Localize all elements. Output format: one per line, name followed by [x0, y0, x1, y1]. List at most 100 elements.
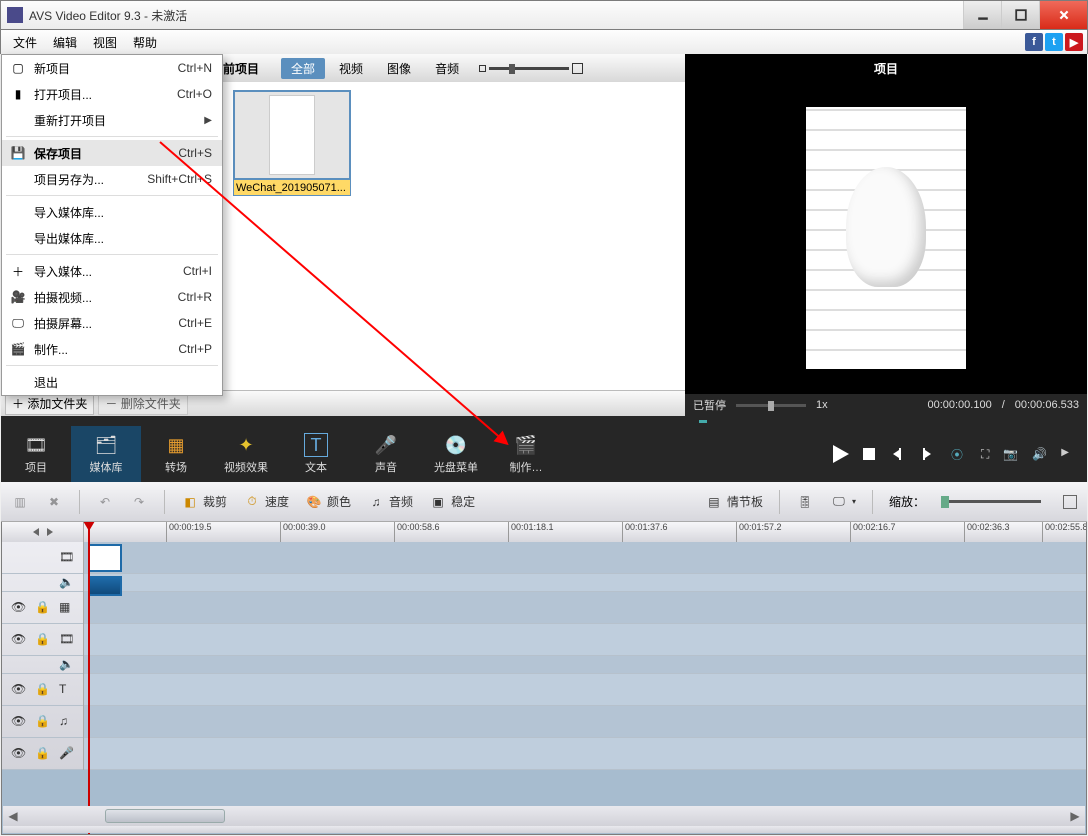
track-text-header[interactable]: 👁🔒T	[2, 674, 83, 706]
track-effect-header[interactable]: 👁🔒▦	[2, 592, 83, 624]
menu-save-project[interactable]: 💾保存项目Ctrl+S	[2, 140, 222, 166]
toolbar-library[interactable]: 🗂媒体库	[71, 426, 141, 482]
scroll-left-icon[interactable]: ◀	[3, 809, 23, 823]
track-voice-header[interactable]: 👁🔒🎤	[2, 738, 83, 770]
timeline-ruler[interactable]: 00:00:19.5 00:00:39.0 00:00:58.6 00:01:1…	[2, 522, 1086, 542]
menu-export-library[interactable]: 导出媒体库...	[2, 225, 222, 251]
speed-button[interactable]: ⏱速度	[243, 493, 289, 511]
facebook-icon[interactable]: f	[1025, 33, 1043, 51]
crop-button[interactable]: ◧裁剪	[181, 493, 227, 511]
menu-save-as[interactable]: 项目另存为...Shift+Ctrl+S	[2, 166, 222, 192]
menu-capture-screen[interactable]: 🖵拍摄屏幕...Ctrl+E	[2, 310, 222, 336]
lock-icon: 🔒	[35, 600, 51, 616]
stabilize-icon: ▣	[429, 493, 447, 511]
note-icon: ♫	[59, 714, 75, 730]
menu-file[interactable]: 文件	[5, 32, 45, 53]
fullscreen-icon[interactable]: ⛶	[981, 447, 989, 462]
save-icon: 💾	[10, 145, 26, 161]
track-overlay-header[interactable]: 👁🔒🎞	[2, 624, 83, 656]
youtube-icon[interactable]: ▶	[1065, 33, 1083, 51]
preview-quality-icon[interactable]: 🖵▾	[830, 493, 856, 511]
next-button[interactable]	[919, 446, 935, 462]
menu-open-project[interactable]: ▮打开项目...Ctrl+O	[2, 81, 222, 107]
menu-bar: 文件 编辑 视图 帮助 f t ▶	[0, 30, 1088, 54]
volume-icon[interactable]: 🔊	[1032, 447, 1047, 462]
prev-button[interactable]	[889, 446, 905, 462]
toolbar-transition[interactable]: ▦转场	[141, 426, 211, 482]
timeline-zoom-slider[interactable]	[941, 500, 1041, 503]
menu-view[interactable]: 视图	[85, 32, 125, 53]
snapshot-icon[interactable]: 📷	[1003, 447, 1018, 462]
timeline-view-icon[interactable]: ▥	[11, 493, 29, 511]
track-music-header[interactable]: 👁🔒♫	[2, 706, 83, 738]
menu-exit[interactable]: 退出	[2, 369, 222, 395]
chevron-right-icon[interactable]: ▶	[1061, 447, 1069, 462]
crop-icon: ◧	[181, 493, 199, 511]
clapper-icon: 🎬	[514, 433, 538, 457]
toolbar-sound[interactable]: 🎤声音	[351, 426, 421, 482]
undo-button[interactable]: ↶	[96, 493, 114, 511]
menu-help[interactable]: 帮助	[125, 32, 165, 53]
film-icon: 🎞	[59, 550, 75, 566]
zoom-fit-button[interactable]	[1063, 495, 1077, 509]
menu-capture-video[interactable]: 🎥拍摄视频...Ctrl+R	[2, 284, 222, 310]
transition-icon: ▦	[164, 433, 188, 457]
track-headers: 🎞 🔈 👁🔒▦ 👁🔒🎞 🔈 👁🔒T 👁🔒♫ 👁🔒🎤	[2, 542, 84, 770]
video-clip[interactable]	[88, 544, 122, 572]
close-button[interactable]	[1039, 1, 1087, 29]
storyboard-button[interactable]: ▤情节板	[705, 493, 763, 511]
track-body[interactable]	[84, 542, 1086, 770]
audio-mixer-icon[interactable]: 🎚	[796, 493, 814, 511]
menu-import-media[interactable]: ＋导入媒体...Ctrl+I	[2, 258, 222, 284]
toolbar-videoeffect[interactable]: ✦视频效果	[211, 426, 281, 482]
speaker-icon: 🔈	[59, 657, 75, 673]
audio-button[interactable]: ♫音频	[367, 493, 413, 511]
toolbar-disc[interactable]: 💿光盘菜单	[421, 426, 491, 482]
track-video-header[interactable]: 🎞	[2, 542, 83, 574]
scroll-right-icon[interactable]: ▶	[1065, 809, 1085, 823]
play-button[interactable]	[833, 445, 849, 463]
stop-button[interactable]	[863, 448, 875, 460]
minimize-button[interactable]	[963, 1, 1001, 29]
tab-all[interactable]: 全部	[281, 58, 325, 79]
audio-clip[interactable]	[88, 576, 122, 596]
track-audio-header[interactable]: 🔈	[2, 574, 83, 592]
timeline-scrollbar[interactable]: ◀ ▶	[3, 806, 1085, 826]
eye-icon: 👁	[11, 600, 27, 616]
redo-button[interactable]: ↷	[130, 493, 148, 511]
toolbar-project[interactable]: 🎞项目	[1, 426, 71, 482]
speed-slider[interactable]	[736, 404, 806, 407]
menu-reopen-project[interactable]: 重新打开项目▶	[2, 107, 222, 133]
menu-new-project[interactable]: ▢新项目Ctrl+N	[2, 55, 222, 81]
delete-icon[interactable]: ✖	[45, 493, 63, 511]
menu-import-library[interactable]: 导入媒体库...	[2, 199, 222, 225]
twitter-icon[interactable]: t	[1045, 33, 1063, 51]
playhead[interactable]	[88, 522, 90, 834]
tab-audio[interactable]: 音频	[425, 58, 469, 79]
scroll-thumb[interactable]	[105, 809, 225, 823]
gauge-icon: ⏱	[243, 493, 261, 511]
menu-edit[interactable]: 编辑	[45, 32, 85, 53]
toolbar-text[interactable]: T文本	[281, 426, 351, 482]
media-thumbnail[interactable]: WeChat_201905071...	[233, 90, 351, 196]
ruler-gutter[interactable]	[2, 522, 84, 542]
track-overlay-audio-header[interactable]: 🔈	[2, 656, 83, 674]
preview-viewport[interactable]	[685, 82, 1087, 394]
thumb-zoom-slider[interactable]	[479, 63, 583, 74]
toolbar-produce[interactable]: 🎬制作…	[491, 426, 561, 482]
menu-produce[interactable]: 🎬制作...Ctrl+P	[2, 336, 222, 362]
preview-status-bar: 已暂停 1x 00:00:00.100 / 00:00:06.533	[685, 394, 1087, 416]
maximize-button[interactable]	[1001, 1, 1039, 29]
zoom-label: 缩放：	[889, 493, 925, 510]
seek-bar[interactable]	[1, 416, 1087, 426]
tab-image[interactable]: 图像	[377, 58, 421, 79]
clapper-icon: 🎬	[10, 341, 26, 357]
color-button[interactable]: 🎨颜色	[305, 493, 351, 511]
step-button[interactable]: ⦿	[949, 446, 965, 462]
title-bar: AVS Video Editor 9.3 - 未激活	[0, 0, 1088, 30]
tab-current-project: 前项目	[223, 60, 259, 77]
preview-time-current: 00:00:00.100	[927, 399, 991, 411]
tab-video[interactable]: 视频	[329, 58, 373, 79]
stabilize-button[interactable]: ▣稳定	[429, 493, 475, 511]
ruler-tick: 00:00:58.6	[394, 522, 440, 542]
